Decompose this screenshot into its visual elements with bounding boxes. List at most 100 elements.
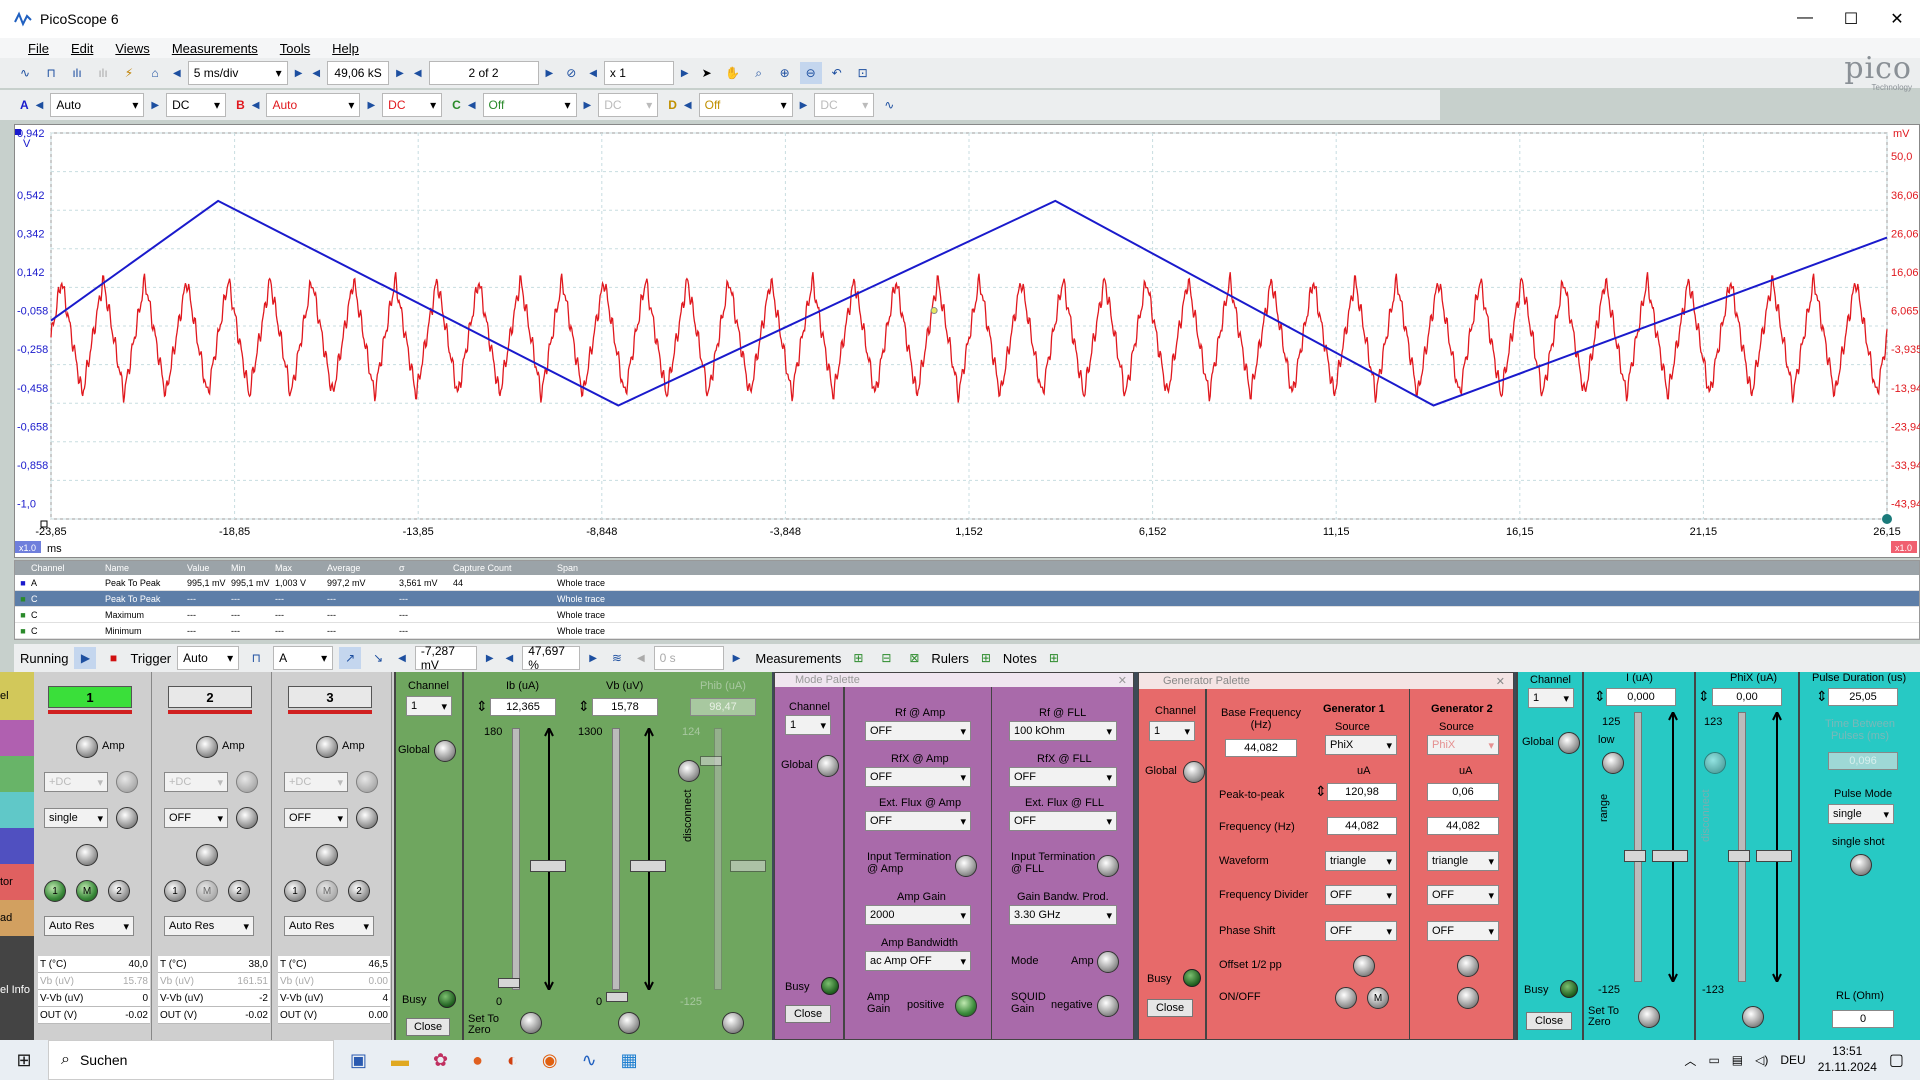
gen1-phase-select[interactable]: OFF ▾ [1325,921,1397,941]
auto-res-select[interactable]: Auto Res ▾ [164,916,254,936]
amp-gain-polarity-knob[interactable] [955,995,977,1017]
phix-spin-icon[interactable]: ⇕ [1698,688,1710,705]
current-center-thumb[interactable] [1652,850,1688,862]
samples-left-arrow[interactable]: ◀ [309,68,323,79]
rl-field[interactable]: 0 [1832,1010,1894,1028]
ptp1-spin-icon[interactable]: ⇕ [1315,783,1327,800]
mode-knob[interactable] [1097,951,1119,973]
green-close-button[interactable]: Close [406,1018,450,1036]
input-termination-amp-knob[interactable] [955,855,977,877]
channel-c-range-select[interactable]: Off ▾ [482,93,577,117]
gen2-offset-knob[interactable] [1457,955,1479,977]
timebase-select[interactable]: 5 ms/div ▾ [187,61,288,85]
phix-zero-knob[interactable] [1742,1006,1764,1028]
current-slider-track[interactable] [1634,712,1642,982]
mode-select[interactable]: single ▾ [44,808,108,828]
gen1-m-button[interactable]: M [1367,987,1389,1009]
pointer-tool-icon[interactable]: ➤ [696,62,718,84]
trigger-channel-select[interactable]: A ▾ [273,646,334,670]
disconnect-knob[interactable] [678,760,700,782]
home-icon[interactable]: ⌂ [144,62,166,84]
table-row[interactable]: ■ C Maximum --- --- --- --- --- Whole trace [15,607,1919,623]
vb-slider-track[interactable] [612,728,620,990]
channel-a-range-select[interactable]: Auto ▾ [50,93,145,117]
generator-2-knob[interactable]: 2 [108,880,130,902]
channel-b-range-right-arrow[interactable]: ▶ [364,100,378,111]
close-icon[interactable]: ✕ [1874,9,1920,29]
ib-zero-knob[interactable] [520,1012,542,1034]
phix-slider-thumb[interactable] [1728,850,1750,862]
gen2-peak-to-peak-field[interactable]: 0,06 [1427,783,1499,801]
trigger-marker-right[interactable] [1882,514,1892,524]
falling-edge-icon[interactable]: ↘ [367,647,389,669]
threshold-left-arrow[interactable]: ◀ [395,653,409,664]
gen1-onoff-knob[interactable] [1335,987,1357,1009]
auto-res-select[interactable]: Auto Res ▾ [284,916,374,936]
pulse-duration-field[interactable]: 25,05 [1828,688,1898,706]
generator-m-knob[interactable]: M [196,880,218,902]
tray-language[interactable]: DEU [1780,1053,1805,1067]
tray-monitor-icon[interactable]: ▭ [1708,1053,1719,1067]
notifications-icon[interactable]: ▢ [1889,1050,1904,1070]
samples-field[interactable]: 49,06 kS [327,61,390,85]
threshold-field[interactable]: -7,287 mV [414,644,477,672]
vb-zero-knob[interactable] [618,1012,640,1034]
gen1-source-select[interactable]: PhiX ▾ [1325,735,1397,755]
generator-2-knob[interactable]: 2 [348,880,370,902]
channel-a-range-left-arrow[interactable]: ◀ [33,100,47,111]
rfx-fll-select[interactable]: OFF ▾ [1009,767,1117,787]
zoom-out-icon[interactable]: ⊖ [799,62,822,84]
generator-m-knob[interactable]: M [76,880,98,902]
current-slider-thumb[interactable] [1624,850,1646,862]
channel-a-range-right-arrow[interactable]: ▶ [148,100,162,111]
app-blue-icon[interactable]: ▦ [621,1050,638,1071]
pretrigger-left-arrow[interactable]: ◀ [503,653,517,664]
mode-select[interactable]: OFF ▾ [164,808,228,828]
advanced-trigger-icon[interactable]: ≋ [606,647,628,669]
menu-help[interactable]: Help [332,41,359,56]
persistence-mode-icon[interactable]: ⊓ [40,62,62,84]
mode-global-knob[interactable] [817,755,839,777]
mode-select[interactable]: OFF ▾ [284,808,348,828]
app-circle-icon[interactable]: ◐ [507,1050,518,1071]
ib-slider-track[interactable] [512,728,520,990]
single-shot-knob[interactable] [1850,854,1872,876]
tray-clock[interactable]: 13:51 21.11.2024 [1818,1044,1877,1075]
table-row[interactable]: ■ C Peak To Peak --- --- --- --- --- Whole trace [15,591,1919,607]
timebase-right-arrow[interactable]: ▶ [292,68,306,79]
threshold-right-arrow[interactable]: ▶ [483,653,497,664]
zoom-region-icon[interactable]: ⌕ [748,62,770,84]
gen1-peak-to-peak-field[interactable]: 120,98 [1327,783,1397,801]
trigger-type-icon[interactable]: ⊓ [245,647,267,669]
app-orange-icon[interactable]: ◉ [542,1050,558,1071]
generator-1-knob[interactable]: 1 [164,880,186,902]
menu-file[interactable]: File [28,41,49,56]
green-global-knob[interactable] [434,740,456,762]
edit-measurement-icon[interactable]: ⊟ [875,647,897,669]
rising-edge-icon[interactable]: ↗ [339,647,362,669]
amp-knob[interactable] [76,736,98,758]
timebase-left-arrow[interactable]: ◀ [170,68,184,79]
buffer-right-arrow[interactable]: ▶ [543,68,557,79]
amp-gain-select[interactable]: 2000 ▾ [865,905,971,925]
gen2-waveform-select[interactable]: triangle ▾ [1427,851,1499,871]
scope-view[interactable]: 0,942 0,542 0,342 0,142 -0,058 -0,258 -0,458 -0… [14,124,1920,558]
windows-start-icon[interactable]: ⊞ [0,1050,48,1071]
mode-knob[interactable] [236,807,258,829]
cyan-close-button[interactable]: Close [1526,1012,1572,1030]
rulers-icon[interactable]: ⊞ [975,647,997,669]
phix-center-thumb[interactable] [1756,850,1792,862]
reset-knob[interactable] [316,844,338,866]
trigger-mode-select[interactable]: Auto ▾ [177,646,240,670]
tray-volume-icon[interactable]: ◁) [1755,1053,1768,1067]
buffer-navigator-icon[interactable]: ⊘ [560,62,582,84]
stop-icon[interactable]: ■ [102,647,124,669]
spectrum-mode-icon[interactable]: ılı [66,62,88,84]
minimize-icon[interactable]: — [1782,9,1828,29]
phib-zero-knob[interactable] [722,1012,744,1034]
menu-views[interactable]: Views [115,41,149,56]
trigger-marker-left[interactable] [40,520,48,528]
base-frequency-field[interactable]: 44,082 [1225,739,1297,757]
table-row[interactable]: ■ A Peak To Peak 995,1 mV 995,1 mV 1,003 V 997… [15,575,1919,591]
hand-tool-icon[interactable]: ✋ [722,62,744,84]
